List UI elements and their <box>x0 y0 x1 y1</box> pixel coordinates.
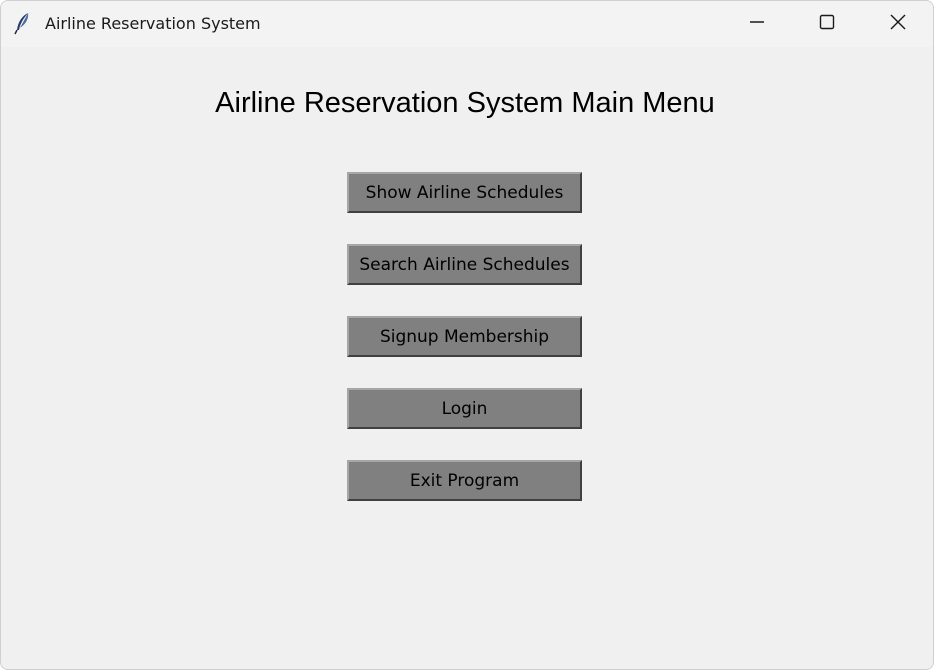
close-button[interactable] <box>869 1 927 47</box>
minimize-icon <box>749 14 765 34</box>
minimize-button[interactable] <box>728 1 786 47</box>
maximize-button[interactable] <box>798 1 856 47</box>
app-window: Airline Reservation System Airline Reser… <box>0 0 934 670</box>
login-button[interactable]: Login <box>347 388 582 429</box>
page-title: Airline Reservation System Main Menu <box>215 87 715 119</box>
show-airline-schedules-button[interactable]: Show Airline Schedules <box>347 172 582 213</box>
search-airline-schedules-button[interactable]: Search Airline Schedules <box>347 244 582 285</box>
exit-program-button[interactable]: Exit Program <box>347 460 582 501</box>
signup-membership-button[interactable]: Signup Membership <box>347 316 582 357</box>
window-title: Airline Reservation System <box>45 14 261 33</box>
maximize-icon <box>819 14 835 34</box>
title-bar[interactable]: Airline Reservation System <box>1 1 933 47</box>
close-icon <box>890 14 906 34</box>
feather-icon <box>13 11 33 35</box>
